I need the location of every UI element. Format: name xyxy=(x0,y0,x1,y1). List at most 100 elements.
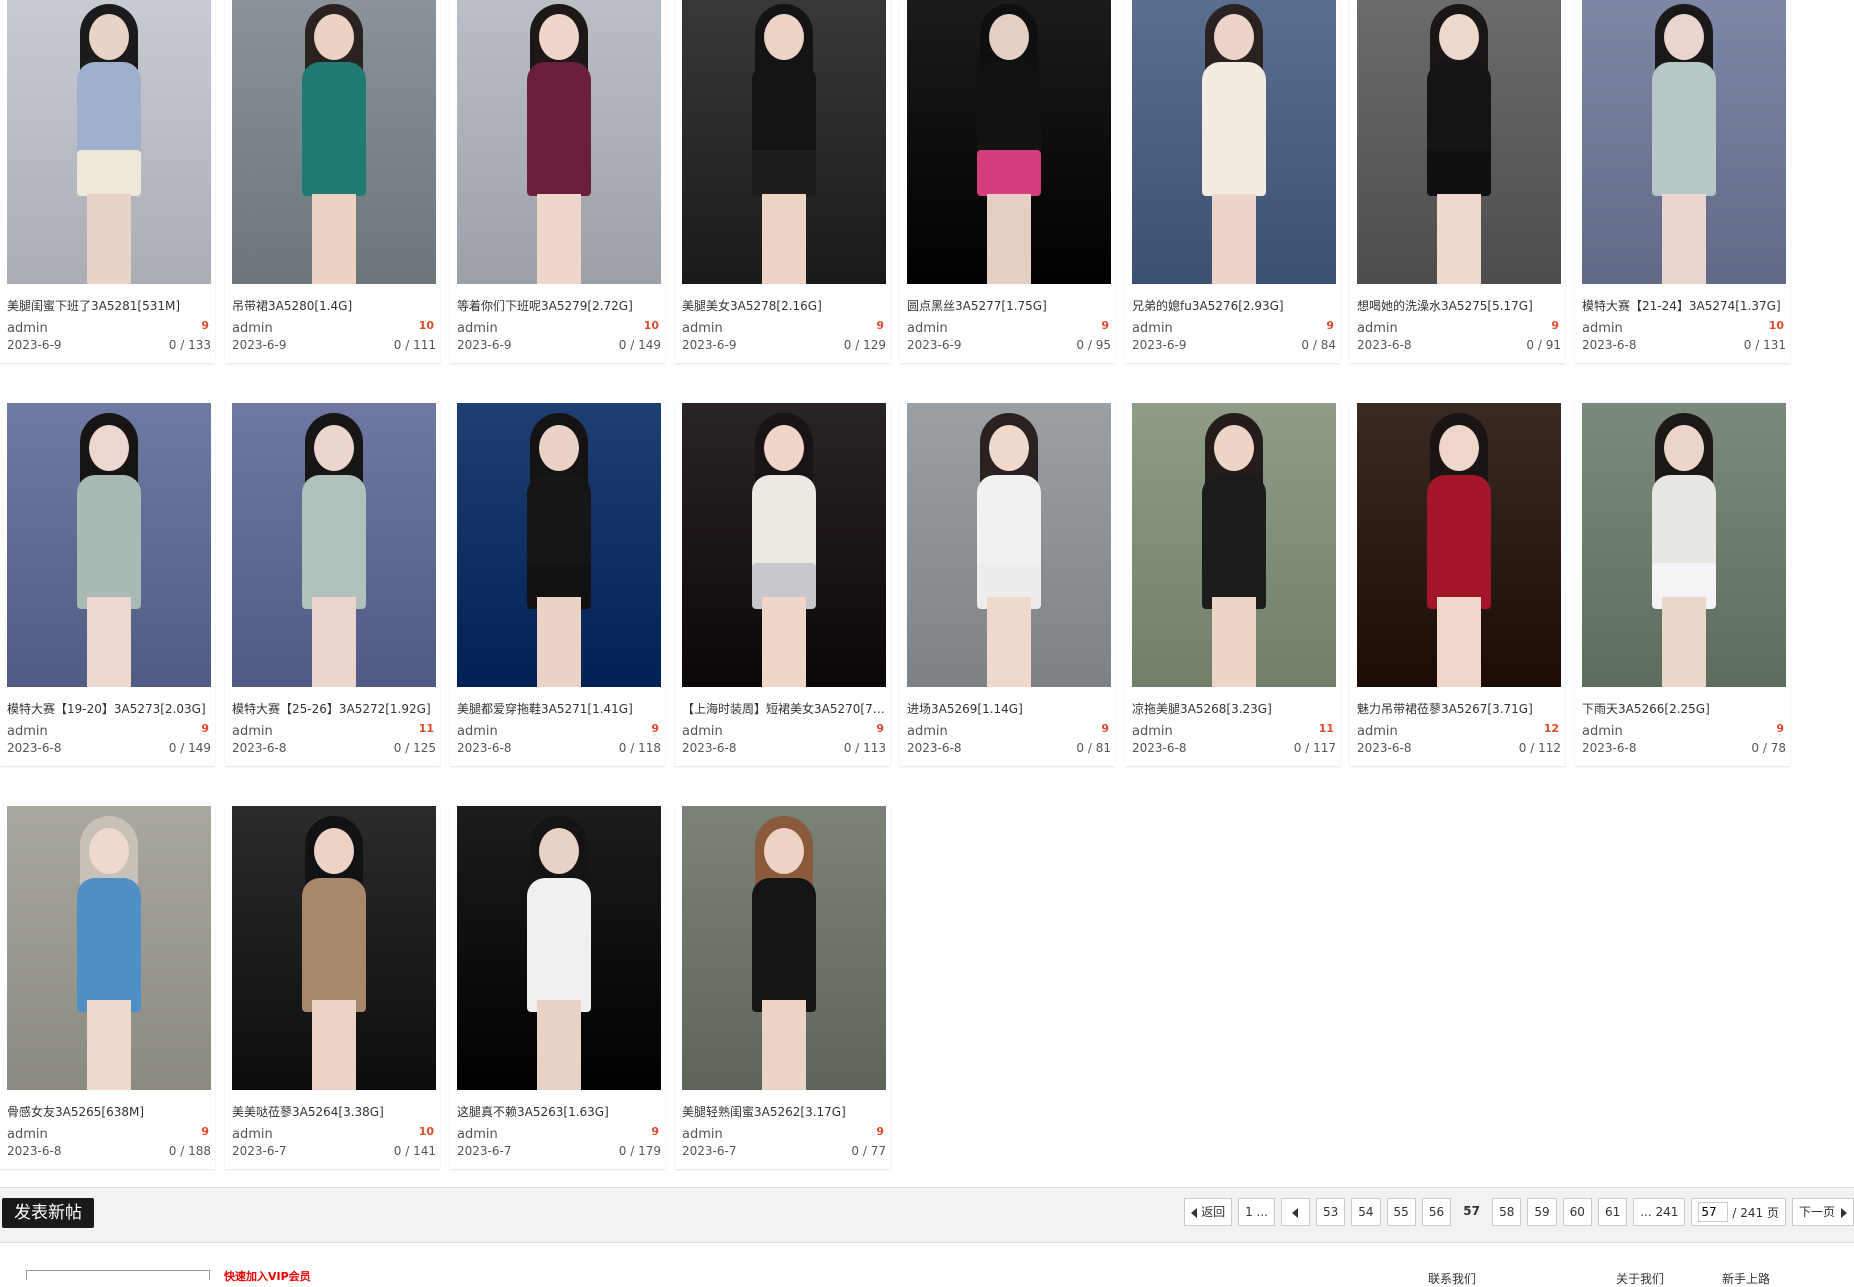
thread-thumbnail[interactable] xyxy=(232,806,436,1090)
thread-author[interactable]: admin xyxy=(1357,724,1398,739)
vip-notice[interactable]: 快速加入VIP会员 xyxy=(224,1268,311,1284)
footer-link-contact[interactable]: 联系我们 xyxy=(1428,1270,1476,1287)
thread-card[interactable]: 想喝她的洗澡水3A5275[5.17G] admin 9 2023-6-8 0 / 91 xyxy=(1350,0,1565,363)
thread-title[interactable]: 吊带裙3A5280[1.4G] xyxy=(232,297,436,314)
thread-card[interactable]: 这腿真不赖3A5263[1.63G] admin 9 2023-6-7 0 / 179 xyxy=(450,806,665,1169)
thread-title[interactable]: 骨感女友3A5265[638M] xyxy=(7,1103,211,1120)
first-page-link[interactable]: 1 ... xyxy=(1238,1198,1275,1226)
page-link[interactable]: 60 xyxy=(1562,1198,1592,1226)
thread-thumbnail[interactable] xyxy=(682,403,886,687)
thread-author[interactable]: admin xyxy=(907,321,948,336)
thread-author[interactable]: admin xyxy=(1132,321,1173,336)
thread-card[interactable]: 美腿轻熟闺蜜3A5262[3.17G] admin 9 2023-6-7 0 / 77 xyxy=(675,806,890,1169)
last-page-link[interactable]: ... 241 xyxy=(1633,1198,1686,1226)
thread-card[interactable]: 美美哒莅蓼3A5264[3.38G] admin 10 2023-6-7 0 / 141 xyxy=(225,806,440,1169)
thread-author[interactable]: admin xyxy=(457,1127,498,1142)
thread-thumbnail[interactable] xyxy=(1132,403,1336,687)
thread-thumbnail[interactable] xyxy=(457,806,661,1090)
page-link[interactable]: 54 xyxy=(1351,1198,1381,1226)
thread-author[interactable]: admin xyxy=(682,321,723,336)
thread-thumbnail[interactable] xyxy=(682,0,886,284)
thread-thumbnail[interactable] xyxy=(232,0,436,284)
page-jump-input[interactable] xyxy=(1698,1202,1729,1222)
new-post-button[interactable]: 发表新帖 xyxy=(2,1198,94,1228)
thread-author[interactable]: admin xyxy=(7,724,48,739)
thread-title[interactable]: 美腿美女3A5278[2.16G] xyxy=(682,297,886,314)
thread-title[interactable]: 圆点黑丝3A5277[1.75G] xyxy=(907,297,1111,314)
thread-author[interactable]: admin xyxy=(232,321,273,336)
thread-thumbnail[interactable] xyxy=(1582,0,1786,284)
thread-thumbnail[interactable] xyxy=(457,403,661,687)
thread-author[interactable]: admin xyxy=(1132,724,1173,739)
thread-thumbnail[interactable] xyxy=(1357,403,1561,687)
page-link[interactable]: 56 xyxy=(1421,1198,1452,1226)
thread-title[interactable]: 兄弟的媳fu3A5276[2.93G] xyxy=(1132,297,1336,314)
thread-card[interactable]: 兄弟的媳fu3A5276[2.93G] admin 9 2023-6-9 0 / 84 xyxy=(1125,0,1340,363)
thread-thumbnail[interactable] xyxy=(1582,403,1786,687)
thread-card[interactable]: 骨感女友3A5265[638M] admin 9 2023-6-8 0 / 188 xyxy=(0,806,215,1169)
thread-card[interactable]: 美腿闺蜜下班了3A5281[531M] admin 9 2023-6-9 0 / 133 xyxy=(0,0,215,363)
thread-author[interactable]: admin xyxy=(682,724,723,739)
footer-link-newbie[interactable]: 新手上路 xyxy=(1722,1270,1770,1287)
page-link[interactable]: 58 xyxy=(1492,1198,1522,1226)
thread-card[interactable]: 模特大赛【21-24】3A5274[1.37G] admin 10 2023-6-8 0… xyxy=(1575,0,1790,363)
thread-title[interactable]: 等着你们下班呢3A5279[2.72G] xyxy=(457,297,661,314)
thread-title[interactable]: 美腿都爱穿拖鞋3A5271[1.41G] xyxy=(457,700,661,717)
thread-thumbnail[interactable] xyxy=(7,0,211,284)
thread-card[interactable]: 等着你们下班呢3A5279[2.72G] admin 10 2023-6-9 0 / 1… xyxy=(450,0,665,363)
next-page-button[interactable]: 下一页 xyxy=(1791,1198,1854,1226)
thread-card[interactable]: 凉拖美腿3A5268[3.23G] admin 11 2023-6-8 0 / 117 xyxy=(1125,403,1340,766)
thread-thumbnail[interactable] xyxy=(232,403,436,687)
thread-author[interactable]: admin xyxy=(7,321,48,336)
thread-thumbnail[interactable] xyxy=(1357,0,1561,284)
thread-thumbnail[interactable] xyxy=(457,0,661,284)
thread-title[interactable]: 模特大赛【19-20】3A5273[2.03G] xyxy=(7,700,211,717)
thread-thumbnail[interactable] xyxy=(682,806,886,1090)
thread-author[interactable]: admin xyxy=(907,724,948,739)
thread-title[interactable]: 想喝她的洗澡水3A5275[5.17G] xyxy=(1357,297,1561,314)
thread-card[interactable]: 模特大赛【19-20】3A5273[2.03G] admin 9 2023-6-8 0 … xyxy=(0,403,215,766)
page-link[interactable]: 55 xyxy=(1386,1198,1416,1226)
thread-author[interactable]: admin xyxy=(232,1127,273,1142)
thread-thumbnail[interactable] xyxy=(1132,0,1336,284)
thread-title[interactable]: 下雨天3A5266[2.25G] xyxy=(1582,700,1786,717)
thread-title[interactable]: 这腿真不赖3A5263[1.63G] xyxy=(457,1103,661,1120)
thread-author[interactable]: admin xyxy=(457,321,498,336)
thread-author[interactable]: admin xyxy=(232,724,273,739)
page-link[interactable]: 61 xyxy=(1597,1198,1628,1226)
thread-title[interactable]: 美腿轻熟闺蜜3A5262[3.17G] xyxy=(682,1103,886,1120)
thread-title[interactable]: 进场3A5269[1.14G] xyxy=(907,700,1111,717)
thread-title[interactable]: 模特大赛【21-24】3A5274[1.37G] xyxy=(1582,297,1786,314)
back-button[interactable]: 返回 xyxy=(1184,1198,1233,1226)
thread-title[interactable]: 凉拖美腿3A5268[3.23G] xyxy=(1132,700,1336,717)
thread-title[interactable]: 美美哒莅蓼3A5264[3.38G] xyxy=(232,1103,436,1120)
thread-author[interactable]: admin xyxy=(1357,321,1398,336)
thread-author[interactable]: admin xyxy=(1582,724,1623,739)
footer-link-about[interactable]: 关于我们 xyxy=(1616,1270,1664,1287)
thread-thumbnail[interactable] xyxy=(907,0,1111,284)
thread-author[interactable]: admin xyxy=(1582,321,1623,336)
thread-card[interactable]: 美腿都爱穿拖鞋3A5271[1.41G] admin 9 2023-6-8 0 / 11… xyxy=(450,403,665,766)
thread-card[interactable]: 美腿美女3A5278[2.16G] admin 9 2023-6-9 0 / 129 xyxy=(675,0,890,363)
footer-search-box[interactable] xyxy=(26,1270,210,1280)
thread-title[interactable]: 魅力吊带裙莅蓼3A5267[3.71G] xyxy=(1357,700,1561,717)
thread-author[interactable]: admin xyxy=(7,1127,48,1142)
thread-title[interactable]: 【上海时装周】短裙美女3A5270[75... xyxy=(682,700,886,717)
thread-card[interactable]: 模特大赛【25-26】3A5272[1.92G] admin 11 2023-6-8 0… xyxy=(225,403,440,766)
thread-card[interactable]: 下雨天3A5266[2.25G] admin 9 2023-6-8 0 / 78 xyxy=(1575,403,1790,766)
thread-title[interactable]: 美腿闺蜜下班了3A5281[531M] xyxy=(7,297,211,314)
thread-thumbnail[interactable] xyxy=(7,403,211,687)
prev-page-button[interactable] xyxy=(1280,1198,1310,1226)
thread-author[interactable]: admin xyxy=(682,1127,723,1142)
thread-card[interactable]: 吊带裙3A5280[1.4G] admin 10 2023-6-9 0 / 111 xyxy=(225,0,440,363)
thread-card[interactable]: 【上海时装周】短裙美女3A5270[75... admin 9 2023-6-8 0 /… xyxy=(675,403,890,766)
thread-title[interactable]: 模特大赛【25-26】3A5272[1.92G] xyxy=(232,700,436,717)
page-link[interactable]: 53 xyxy=(1315,1198,1346,1226)
page-link[interactable]: 59 xyxy=(1527,1198,1557,1226)
thread-card[interactable]: 魅力吊带裙莅蓼3A5267[3.71G] admin 12 2023-6-8 0 / 1… xyxy=(1350,403,1565,766)
thread-card[interactable]: 圆点黑丝3A5277[1.75G] admin 9 2023-6-9 0 / 95 xyxy=(900,0,1115,363)
thread-card[interactable]: 进场3A5269[1.14G] admin 9 2023-6-8 0 / 81 xyxy=(900,403,1115,766)
thread-author[interactable]: admin xyxy=(457,724,498,739)
thread-thumbnail[interactable] xyxy=(907,403,1111,687)
thread-thumbnail[interactable] xyxy=(7,806,211,1090)
